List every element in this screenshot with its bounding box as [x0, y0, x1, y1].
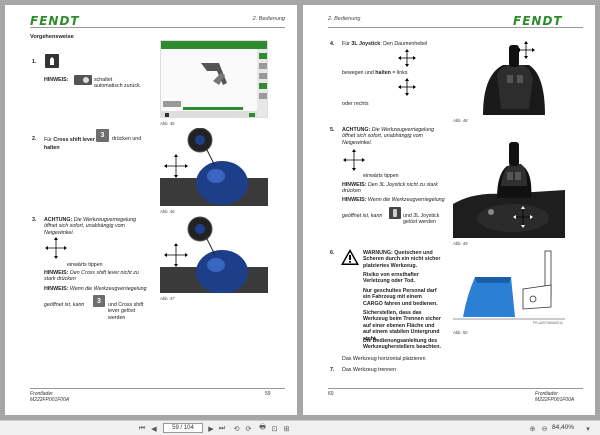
figure-46-cross-shift-lever	[160, 128, 268, 206]
step-7-number: 7.	[330, 367, 335, 373]
warning-risk: Risiko von ernsthafter Verletzung oder T…	[363, 272, 419, 285]
step-4-number: 4.	[330, 41, 335, 47]
zoom-out-icon[interactable]: ⊖	[540, 423, 549, 434]
back-icon[interactable]: ⟲	[232, 423, 241, 434]
figure-48-caption: Abb. 48	[453, 118, 468, 123]
figure-45-terminal-screen	[160, 40, 268, 118]
step-3-hint-2: HINWEIS: Wenn die Werkzeugverriegelung	[44, 286, 147, 292]
fendt-logo: FENDT	[513, 14, 563, 28]
step-1-hint-text: schaltet automatisch zurück.	[94, 77, 142, 90]
step-4-text: Für 3L Joystick: Den Daumenhebel	[342, 41, 428, 47]
pdf-toolbar: ⏮ ◀ 59 / 104 ▶ ⏭ ⟲ ⟳ 🖶 ⊡ ⊞ ⊕ ⊖ 84,40% ▾	[0, 420, 600, 435]
previous-page-icon[interactable]: ◀	[150, 423, 158, 434]
key-3-icon: 3	[96, 129, 109, 142]
footer-doc: Frontlader M222FP001F00A	[30, 391, 70, 403]
next-page-icon[interactable]: ▶	[207, 423, 215, 434]
step-3-achtung: ACHTUNG: Die Werkzeugverriegelung öffnet…	[44, 217, 137, 236]
step-3-tail-a: geöffnet ist, kann	[44, 302, 85, 308]
figure-46-caption: Abb. 46	[160, 209, 175, 214]
figure-50-caption: Abb. 50	[453, 330, 468, 335]
fit-page-icon[interactable]: ⊡	[270, 423, 279, 434]
step-1-hint-label: HINWEIS:	[44, 77, 69, 83]
figure-47-caption: Abb. 47	[160, 296, 175, 301]
step-5-achtung: ACHTUNG: Die Werkzeugverriegelung öffnet…	[342, 127, 435, 146]
lever-icon	[45, 54, 59, 68]
page-60: 2. Bedienung FENDT 4. Für 3L Joystick: D…	[303, 5, 595, 415]
page-number-input[interactable]: 59 / 104	[163, 423, 203, 433]
figure-50-bucket: FR-A007060A0012	[453, 247, 565, 327]
figure-49-caption: Abb. 49	[453, 241, 468, 246]
warning-icon	[341, 249, 359, 265]
step-3-number: 3.	[32, 217, 37, 223]
footer-rule	[30, 388, 285, 389]
forward-icon[interactable]: ⟳	[244, 423, 253, 434]
header-rule	[30, 27, 285, 28]
page-59: FENDT 2. Bedienung Vorgehensweise 1. HIN…	[5, 5, 297, 415]
move-arrows-icon	[398, 49, 416, 67]
step-6-number: 6.	[330, 250, 335, 256]
print-icon[interactable]: 🖶	[258, 423, 267, 434]
step-4-line-2: bewegen und halten = links	[342, 70, 408, 76]
first-page-icon[interactable]: ⏮	[138, 423, 146, 434]
move-arrows-icon	[398, 78, 416, 96]
figure-48-3l-joystick	[453, 35, 565, 115]
key-3-icon: 3	[93, 295, 105, 307]
fendt-logo: FENDT	[30, 14, 80, 28]
section-title: Vorgehensweise	[30, 34, 74, 40]
page-number: 59	[265, 391, 271, 397]
figure-50-code: FR-A007060A0012	[533, 321, 563, 325]
footer-doc: Frontlader M222FP001F00A	[535, 391, 575, 403]
step-5-hint-1: HINWEIS: Den 3L Joystick nicht zu stark …	[342, 182, 438, 195]
chapter-header: 2. Bedienung	[328, 16, 361, 22]
step-2-number: 2.	[32, 136, 37, 142]
warning-paragraph-1: Nur geschultes Personal darf ein Fahrzeu…	[363, 288, 438, 307]
step-5-tail-b: und 3L Joystick gelöst werden	[403, 213, 440, 226]
figure-47-cross-shift-lever	[160, 215, 268, 293]
figure-49-3l-joystick	[453, 126, 565, 238]
step-5-tail-a: geöffnet ist, kann	[342, 213, 383, 219]
step-2-hold: halten	[44, 145, 60, 151]
switch-icon	[74, 75, 92, 85]
step-7-text: Das Werkzeug trennen	[342, 367, 397, 373]
step-3-move-text: einwärts tippen	[67, 262, 103, 268]
zoom-in-icon[interactable]: ⊕	[528, 423, 537, 434]
document-viewer: FENDT 2. Bedienung Vorgehensweise 1. HIN…	[0, 0, 600, 420]
warning-paragraph-3: Die Bedienungsanleitung des Werkzeughers…	[363, 338, 441, 351]
zoom-level[interactable]: 84,40%	[552, 424, 574, 431]
step-5-number: 5.	[330, 127, 335, 133]
step-2-text-cont: drücken und	[112, 136, 142, 142]
step-6-after-text: Das Werkzeug horizontal platzieren	[342, 356, 426, 362]
page-number: 60	[328, 391, 334, 397]
last-page-icon[interactable]: ⏭	[218, 423, 226, 434]
header-rule	[328, 27, 583, 28]
step-5-move-text: einwärts tippen	[363, 173, 399, 179]
move-arrows-icon	[343, 149, 365, 171]
zoom-dropdown-icon[interactable]: ▾	[584, 423, 592, 434]
step-3-tail-b: und Cross shift lever gelöst werden	[108, 302, 144, 321]
joystick-icon	[389, 207, 401, 219]
step-1-number: 1.	[32, 59, 37, 65]
footer-rule	[328, 388, 583, 389]
move-arrows-icon	[45, 237, 67, 259]
chapter-header: 2. Bedienung	[252, 16, 285, 22]
step-5-hint-2: HINWEIS: Wenn die Werkzeugverriegelung	[342, 197, 445, 203]
step-4-line-3: oder rechts	[342, 101, 369, 107]
fit-width-icon[interactable]: ⊞	[282, 423, 291, 434]
warning-title: WARNUNG: Quetschen und Scheren durch ein…	[363, 250, 441, 269]
step-3-hint-1: HINWEIS: Den Cross shift lever nicht zu …	[44, 270, 139, 283]
figure-45-caption: Abb. 45	[160, 121, 175, 126]
